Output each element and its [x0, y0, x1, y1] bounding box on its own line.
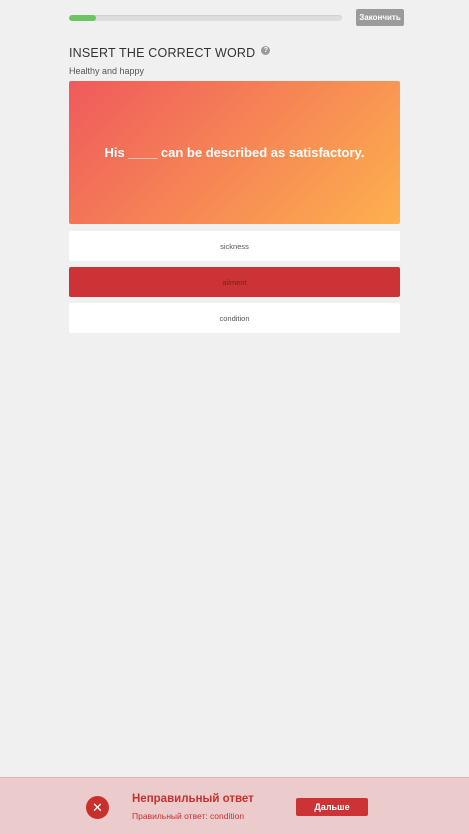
feedback-bar: ✕ Неправильный ответ Правильный ответ: c…: [0, 777, 469, 834]
correct-answer-text: Правильный ответ: condition: [132, 811, 245, 821]
quiz-page: Закончить INSERT THE CORRECT WORD ? Heal…: [0, 0, 469, 834]
feedback-title: Неправильный ответ: [132, 793, 254, 805]
progress-fill: [69, 15, 97, 21]
exercise-subtitle: Healthy and happy: [69, 66, 145, 76]
option-sickness[interactable]: sickness: [69, 231, 400, 261]
progress-bar: [69, 15, 342, 21]
question-text: His ____ can be described as satisfactor…: [104, 145, 365, 160]
option-condition[interactable]: condition: [69, 303, 400, 333]
option-ailment[interactable]: ailment: [69, 267, 400, 297]
next-button[interactable]: Дальше: [296, 798, 368, 816]
finish-button[interactable]: Закончить: [356, 9, 404, 26]
question-card: His ____ can be described as satisfactor…: [69, 81, 400, 224]
close-circle-icon: ✕: [86, 796, 109, 819]
question-circle-icon[interactable]: ?: [261, 45, 271, 55]
exercise-title: INSERT THE CORRECT WORD: [69, 46, 256, 60]
exercise-header: INSERT THE CORRECT WORD ?: [69, 45, 271, 60]
